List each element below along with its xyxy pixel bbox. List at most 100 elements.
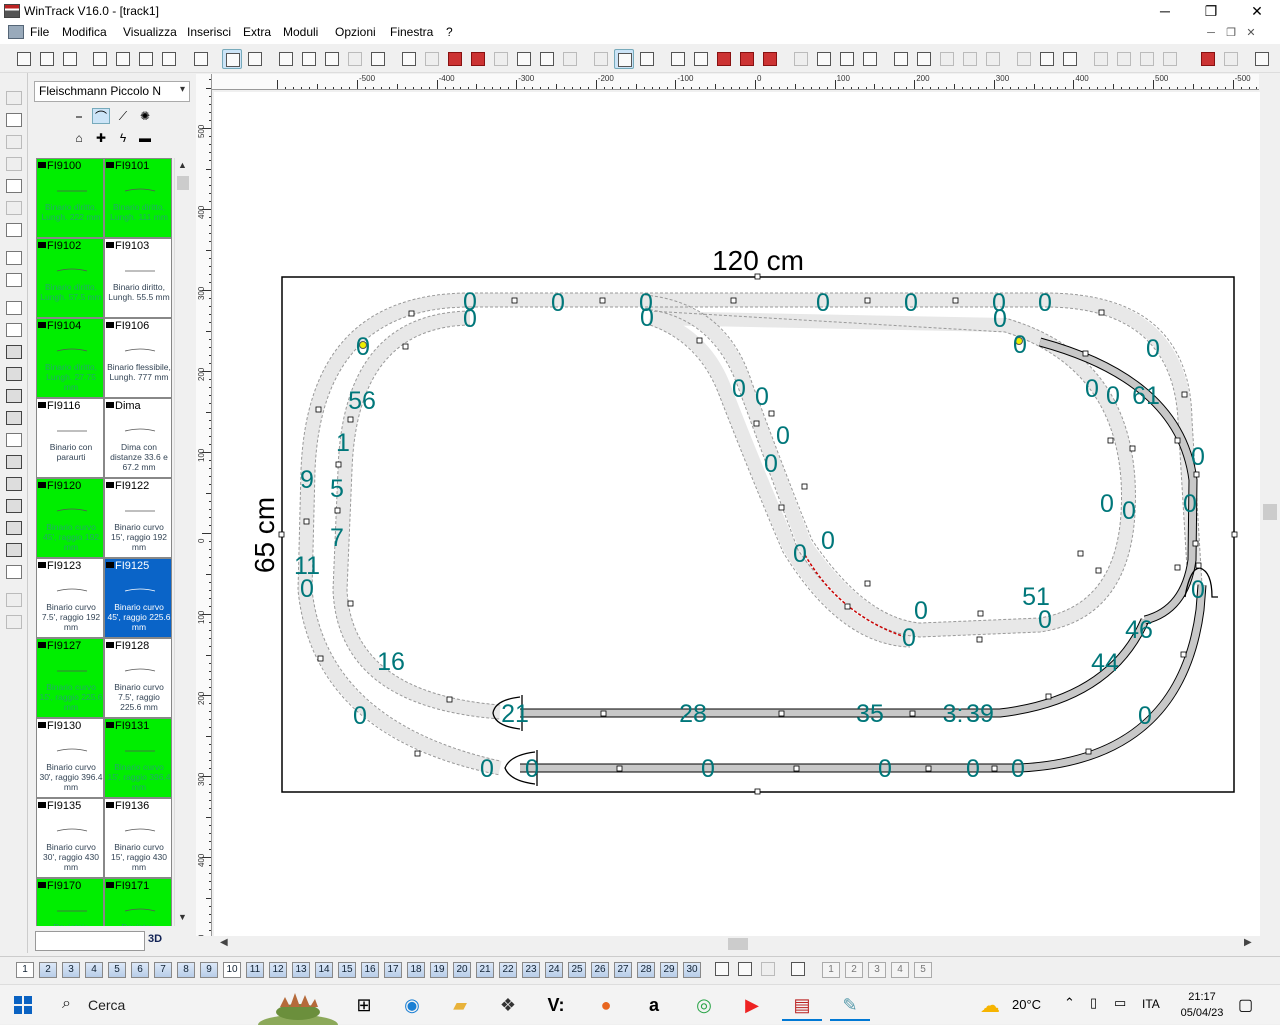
clock[interactable]: 21:17 05/04/23 — [1180, 989, 1224, 1021]
move-icon[interactable] — [814, 49, 834, 69]
layer-button[interactable]: 27 — [614, 962, 632, 978]
vertical-scrollbar[interactable] — [1260, 74, 1280, 936]
layer-button[interactable]: 15 — [338, 962, 356, 978]
crossing-filter-icon[interactable]: ✚ — [92, 130, 110, 146]
cut-icon[interactable] — [514, 49, 534, 69]
layer-button[interactable]: 13 — [292, 962, 310, 978]
menu-file[interactable]: File — [30, 25, 49, 39]
zoom-all-icon[interactable] — [368, 49, 388, 69]
layer-button[interactable]: 1 — [16, 962, 34, 978]
catalog-piece[interactable]: FI9120 Binario curvo 45', raggio 192 mm — [36, 478, 104, 558]
detach-icon[interactable] — [760, 49, 780, 69]
view-button[interactable]: 3 — [868, 962, 886, 978]
close-button[interactable]: ✕ — [1234, 0, 1280, 22]
save-icon[interactable] — [60, 49, 80, 69]
scroll-down-icon[interactable]: ▼ — [178, 912, 187, 922]
layers-manage-icon[interactable] — [788, 959, 808, 979]
horizontal-scrollbar[interactable]: ◀ ▶ — [214, 936, 1260, 952]
file-explorer-icon[interactable]: ▰ — [440, 989, 480, 1021]
tunnel-tool-icon[interactable] — [4, 271, 24, 289]
layer-button[interactable]: 7 — [154, 962, 172, 978]
layer-button[interactable]: 10 — [223, 962, 241, 978]
undo-icon[interactable] — [399, 49, 419, 69]
split-icon[interactable] — [591, 49, 611, 69]
layer-button[interactable]: 19 — [430, 962, 448, 978]
language-indicator[interactable]: ITA — [1142, 997, 1160, 1011]
wintrack-taskbar-icon[interactable]: ▤ — [782, 989, 822, 1021]
edge-icon[interactable]: ◉ — [392, 989, 432, 1021]
network-icon[interactable]: ▭ — [1114, 995, 1126, 1011]
delete-all-icon[interactable] — [468, 49, 488, 69]
layer-up-icon[interactable] — [1091, 49, 1111, 69]
catalog-piece[interactable]: FI9103 Binario diritto, Lungh. 55.5 mm — [104, 238, 172, 318]
catalog-piece[interactable]: FI9106 Binario flessibile, Lungh. 777 mm — [104, 318, 172, 398]
layer-both-icon[interactable] — [1137, 49, 1157, 69]
layer-button[interactable]: 17 — [384, 962, 402, 978]
properties-icon[interactable] — [159, 49, 179, 69]
mdi-close-icon[interactable]: ✕ — [1242, 24, 1260, 42]
switch-filter-icon[interactable]: ⟋ — [114, 108, 132, 124]
layer-button[interactable]: 12 — [269, 962, 287, 978]
horizontal-scroll-thumb[interactable] — [728, 938, 748, 950]
layer-button[interactable]: 26 — [591, 962, 609, 978]
sleeper-icon[interactable] — [937, 49, 957, 69]
usb-icon[interactable]: ▯ — [1090, 995, 1097, 1011]
mdi-restore-icon[interactable]: ❐ — [1222, 24, 1240, 42]
flex-tool-4-icon[interactable] — [4, 155, 24, 173]
flex-tool-3-icon[interactable] — [4, 133, 24, 151]
view-button[interactable]: 5 — [914, 962, 932, 978]
helix-tool-icon[interactable] — [4, 199, 24, 217]
catalog-search-input[interactable] — [35, 931, 145, 951]
youtube-icon[interactable]: ▶ — [732, 989, 772, 1021]
task-view-icon[interactable]: ⊞ — [344, 989, 384, 1021]
switch-tool-icon[interactable] — [4, 221, 24, 239]
grid-icon[interactable] — [222, 49, 242, 69]
menu-visualizza[interactable]: Visualizza — [123, 25, 177, 39]
amazon-icon[interactable]: a — [634, 989, 674, 1021]
dropbox-icon[interactable]: ❖ — [488, 989, 528, 1021]
page-setup-icon[interactable] — [136, 49, 156, 69]
catalog-piece[interactable]: FI9125 Binario curvo 45', raggio 225.6 mm — [104, 558, 172, 638]
layer-button[interactable]: 16 — [361, 962, 379, 978]
scroll-up-icon[interactable]: ▲ — [178, 160, 187, 170]
scroll-right-icon[interactable]: ▶ — [1244, 937, 1252, 948]
flex-tool-2-icon[interactable] — [4, 111, 24, 129]
view-button[interactable]: 2 — [845, 962, 863, 978]
windows-start-icon[interactable] — [14, 996, 32, 1014]
building-tool-icon[interactable] — [4, 365, 24, 383]
dimension-tool-icon[interactable] — [4, 299, 24, 317]
catenary-icon[interactable] — [960, 49, 980, 69]
catalog-piece[interactable]: FI9128 Binario curvo 7.5', raggio 225.6 m… — [104, 638, 172, 718]
catalog-scroll-thumb[interactable] — [177, 176, 189, 190]
train-control-icon[interactable] — [1060, 49, 1080, 69]
landscape-tool-icon[interactable] — [4, 475, 24, 493]
zoom-window-icon[interactable] — [322, 49, 342, 69]
catalog-piece[interactable]: FI9131 Binario curvo 15', raggio 396.4 mm — [104, 718, 172, 798]
house-tool-icon[interactable] — [4, 519, 24, 537]
landscape-icon[interactable] — [245, 49, 265, 69]
notification-icon[interactable]: ▢ — [1238, 995, 1253, 1015]
catalog-scrollbar[interactable]: ▲ ▼ — [174, 158, 190, 926]
3d-button[interactable]: 3D — [148, 933, 162, 945]
signal-tool-icon[interactable] — [4, 343, 24, 361]
zoom-out-icon[interactable] — [276, 49, 296, 69]
catalog-piece[interactable]: FI9170 Deviatoio — [36, 878, 104, 926]
lamp-tool-icon[interactable] — [4, 431, 24, 449]
layer-button[interactable]: 4 — [85, 962, 103, 978]
straight-filter-icon[interactable]: ⎯ — [70, 108, 88, 124]
taskbar-search[interactable]: ⌕ Cerca — [48, 985, 248, 1025]
menu-inserisci[interactable]: Inserisci — [187, 25, 231, 39]
layer-button[interactable]: 14 — [315, 962, 333, 978]
slope-icon[interactable] — [914, 49, 934, 69]
vertical-scroll-thumb[interactable] — [1263, 504, 1277, 520]
catalog-piece[interactable]: Dima Dima con distanze 33.6 e 67.2 mm — [104, 398, 172, 478]
menu-modifica[interactable]: Modifica — [62, 25, 107, 39]
curve-filter-icon[interactable]: ⌒ — [92, 108, 110, 124]
tree-tool-icon[interactable] — [4, 409, 24, 427]
catalog-icon[interactable] — [191, 49, 211, 69]
layer-button[interactable]: 25 — [568, 962, 586, 978]
paste-icon[interactable] — [560, 49, 580, 69]
catalog-select[interactable]: Fleischmann Piccolo N ▾ — [34, 81, 190, 102]
layer-button[interactable]: 11 — [246, 962, 264, 978]
catalog-piece[interactable]: FI9102 Binario diritto, Lungh. 57.5 mm — [36, 238, 104, 318]
